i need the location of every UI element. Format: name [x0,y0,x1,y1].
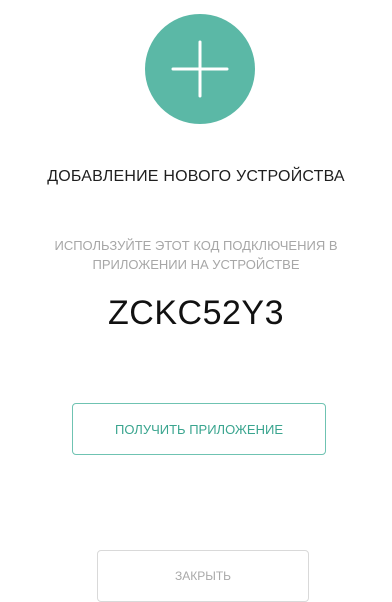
close-button[interactable]: ЗАКРЫТЬ [97,550,309,602]
plus-icon [171,40,229,98]
get-app-button[interactable]: ПОЛУЧИТЬ ПРИЛОЖЕНИЕ [72,403,326,455]
connection-code: ZCKC52Y3 [108,294,284,332]
connection-instruction: ИСПОЛЬЗУЙТЕ ЭТОТ КОД ПОДКЛЮЧЕНИЯ В ПРИЛО… [20,236,372,274]
add-device-badge [145,14,255,124]
instruction-line-2: ПРИЛОЖЕНИИ НА УСТРОЙСТВЕ [92,257,300,272]
instruction-line-1: ИСПОЛЬЗУЙТЕ ЭТОТ КОД ПОДКЛЮЧЕНИЯ В [54,238,338,253]
dialog-title: ДОБАВЛЕНИЕ НОВОГО УСТРОЙСТВА [47,168,345,185]
